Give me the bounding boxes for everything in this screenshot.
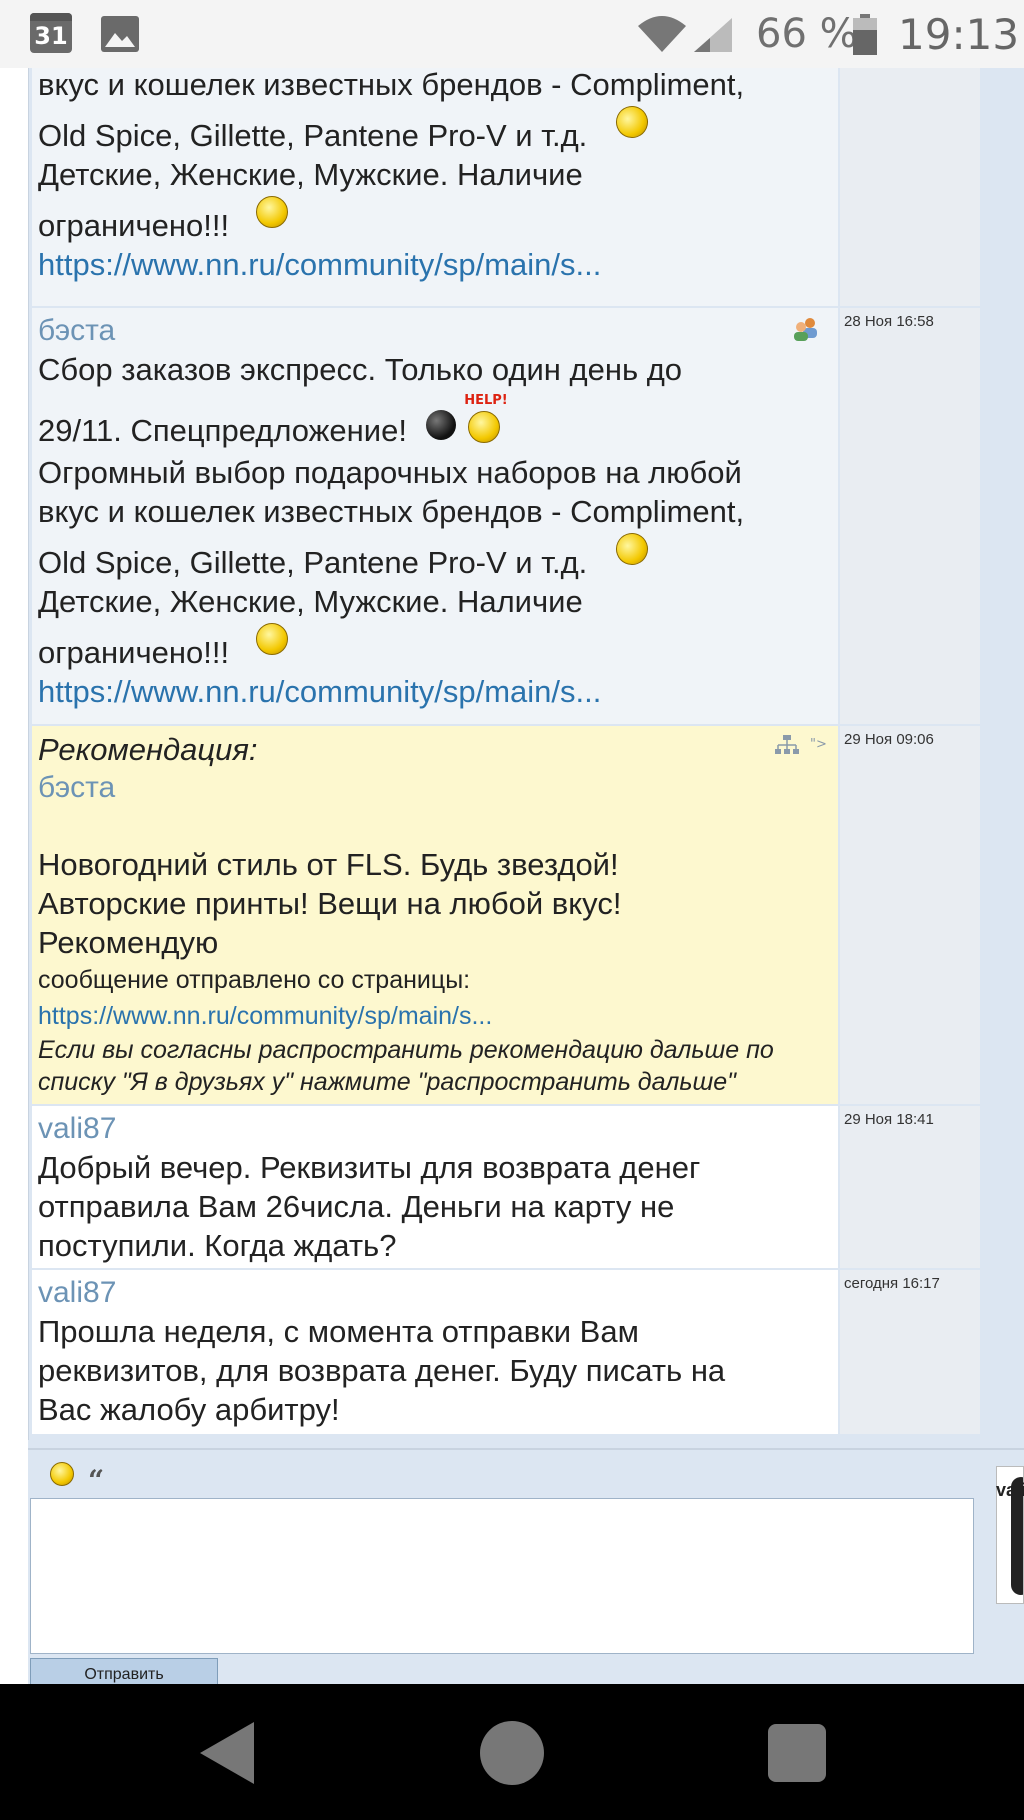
message-line: отправила Вам 26числа. Деньги на карту н…: [38, 1189, 675, 1224]
message-line: Добрый вечер. Реквизиты для возврата ден…: [38, 1150, 701, 1185]
message-link[interactable]: https://www.nn.ru/community/sp/main/s...: [38, 1002, 492, 1030]
message-link[interactable]: https://www.nn.ru/community/sp/main/s...: [38, 674, 601, 709]
reply-textarea[interactable]: [30, 1498, 974, 1654]
message-body: вкус и кошелек известных брендов - Compl…: [32, 68, 838, 306]
navigation-bar: [0, 1684, 1024, 1820]
back-icon[interactable]: [196, 1718, 256, 1788]
message-line: Вас жалобу арбитру!: [38, 1392, 340, 1427]
message-line: Новогодний стиль от FLS. Будь звездой!: [38, 847, 619, 882]
laughing-smiley-icon: [611, 101, 653, 143]
send-button[interactable]: Отправить: [30, 1658, 218, 1684]
smiley-icon: [255, 622, 288, 655]
smiley-icon: [255, 196, 288, 228]
message-row: вкус и кошелек известных брендов - Compl…: [32, 68, 980, 306]
recents-icon[interactable]: [766, 1718, 828, 1788]
sitemap-icon[interactable]: [774, 734, 800, 756]
message-page[interactable]: вкус и кошелек известных брендов - Compl…: [0, 68, 1024, 1684]
author-link[interactable]: бэста: [38, 314, 115, 347]
message-line: Авторские принты! Вещи на любой вкус!: [38, 886, 622, 921]
quote-icon[interactable]: “: [88, 1464, 104, 1497]
message-line: Огромный выбор подарочных наборов на люб…: [38, 454, 742, 490]
status-clock: 19:13: [898, 10, 1020, 59]
message-line: Old Spice, Gillette, Pantene Pro-V и т.д…: [38, 118, 588, 153]
calendar-icon: 31: [30, 13, 72, 53]
bomb-smiley-icon: [425, 409, 456, 440]
message-line: поступили. Когда ждать?: [38, 1228, 397, 1263]
source-note: сообщение отправлено со страницы:: [38, 966, 471, 994]
message-body: vali87 Прошла неделя, с момента отправки…: [32, 1270, 838, 1434]
message-line: Old Spice, Gillette, Pantene Pro-V и т.д…: [38, 544, 588, 580]
message-line: 29/11. Спецпредложение!: [38, 413, 407, 448]
forward-icon[interactable]: ">: [808, 734, 828, 754]
reply-form: “ Отправить: [28, 1440, 1024, 1684]
message-line: вкус и кошелек известных брендов - Compl…: [38, 493, 745, 529]
help-smiley-icon: HELP!: [464, 393, 508, 443]
author-link[interactable]: vali87: [38, 1276, 116, 1309]
message-row: vali87 Прошла неделя, с момента отправки…: [32, 1270, 980, 1434]
laughing-smiley-icon: [611, 528, 653, 570]
message-line: Сбор заказов экспресс. Только один день …: [38, 352, 683, 387]
message-line: Рекомендую: [38, 925, 219, 960]
message-row: vali87 Добрый вечер. Реквизиты для возвр…: [32, 1106, 980, 1268]
author-link[interactable]: vali87: [38, 1112, 116, 1145]
signal-icon: [694, 18, 732, 52]
message-line: Прошла неделя, с момента отправки Вам: [38, 1314, 639, 1349]
battery-percent: 66 %: [756, 11, 858, 57]
divider: [28, 1448, 1024, 1450]
battery-icon: [853, 14, 877, 55]
recommendation-heading: Рекомендация:: [38, 732, 258, 767]
message-date: 29 Ноя 09:06: [840, 726, 980, 1104]
recommendation-row: Рекомендация: бэста Новогодний стиль от …: [32, 726, 980, 1104]
message-line: реквизитов, для возврата денег. Буду пис…: [38, 1353, 726, 1388]
svg-text:">: ">: [810, 737, 827, 752]
message-line: вкус и кошелек известных брендов - Compl…: [38, 68, 745, 102]
message-body: бэста Сбор заказов экспресс. Только один…: [32, 308, 838, 724]
message-body: vali87 Добрый вечер. Реквизиты для возвр…: [32, 1106, 838, 1268]
message-date: сегодня 16:17: [840, 1270, 980, 1434]
message-row: бэста Сбор заказов экспресс. Только один…: [32, 308, 980, 724]
user-profile-icon[interactable]: [792, 316, 820, 342]
message-date: 28 Ноя 16:58: [840, 308, 980, 724]
message-line: Детские, Женские, Мужские. Наличие: [38, 157, 583, 192]
message-line: Детские, Женские, Мужские. Наличие: [38, 583, 583, 619]
gallery-icon: [101, 16, 139, 52]
message-line: ограничено!!!: [38, 634, 230, 670]
page-left-border: [0, 68, 29, 1684]
recommendation-footer: Если вы согласны распространить рекоменд…: [38, 1036, 774, 1096]
message-date: 29 Ноя 18:41: [840, 1106, 980, 1268]
insert-smiley-icon[interactable]: [50, 1462, 74, 1486]
message-line: ограничено!!!: [38, 208, 230, 243]
page-right-gutter: [980, 68, 1024, 1438]
status-bar: 31 66 % 19:13: [0, 0, 1024, 68]
recommendation-body: Рекомендация: бэста Новогодний стиль от …: [32, 726, 838, 1104]
author-link[interactable]: бэста: [38, 771, 115, 804]
user-name[interactable]: vali: [996, 1480, 1024, 1501]
message-date: [840, 68, 980, 306]
help-label: HELP!: [464, 392, 508, 408]
wifi-icon: [638, 16, 686, 52]
message-link[interactable]: https://www.nn.ru/community/sp/main/s...: [38, 247, 601, 282]
calendar-day: 31: [34, 22, 68, 50]
home-icon[interactable]: [478, 1718, 546, 1788]
